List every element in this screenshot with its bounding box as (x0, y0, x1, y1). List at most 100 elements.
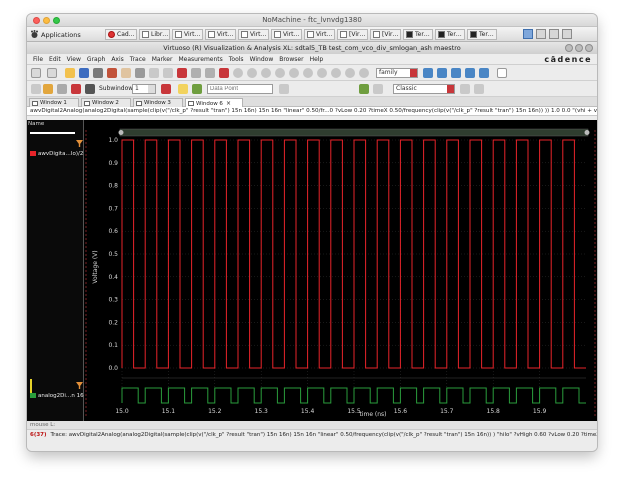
menu-window[interactable]: Window (247, 56, 277, 63)
stop-icon[interactable] (161, 84, 171, 94)
pan-icon[interactable] (317, 68, 327, 78)
taskbar-item[interactable]: [Vir… (337, 29, 368, 40)
trace-bottom-waveform[interactable] (121, 387, 586, 404)
graph-layout-4-icon[interactable] (465, 68, 475, 78)
taskbar-item[interactable]: Ter… (435, 29, 465, 40)
menu-graph[interactable]: Graph (84, 56, 108, 63)
taskbar-item[interactable]: Virt… (271, 29, 302, 40)
undo-icon[interactable] (149, 68, 159, 78)
trace-top-waveform[interactable] (121, 139, 586, 369)
menu-file[interactable]: File (30, 56, 46, 63)
workspace-2[interactable] (536, 29, 546, 39)
menu-trace[interactable]: Trace (127, 56, 149, 63)
graph-layout-icon[interactable] (423, 68, 433, 78)
filter-icon[interactable] (76, 382, 83, 389)
menu-measurements[interactable]: Measurements (175, 56, 225, 63)
line-style-icon[interactable] (373, 84, 383, 94)
family-select[interactable]: family (376, 68, 418, 78)
menu-browser[interactable]: Browser (276, 56, 306, 63)
app-maximize-button[interactable] (575, 44, 583, 52)
waveform-chart[interactable]: 0.0 0.1 0.2 0.3 0.4 0.5 0.6 0.7 0.8 0.9 1.0 15.0 15… (84, 120, 597, 421)
trace-color-icon[interactable] (359, 84, 369, 94)
terminal-icon (406, 31, 413, 38)
window-icon (175, 31, 182, 38)
tab-window-1[interactable]: Window 1 (29, 98, 79, 107)
waveform-icon[interactable] (85, 84, 95, 94)
zoom-undo-icon[interactable] (331, 68, 341, 78)
graph-layout-2-icon[interactable] (437, 68, 447, 78)
pointer-icon[interactable] (57, 84, 67, 94)
grid-icon[interactable] (497, 68, 507, 78)
highlight-icon[interactable] (178, 84, 188, 94)
taskbar-item[interactable]: Virt… (304, 29, 335, 40)
zoom-redo-icon[interactable] (345, 68, 355, 78)
zoom-in-icon[interactable] (247, 68, 257, 78)
close-tab-icon[interactable]: × (226, 100, 231, 107)
zoom-scrollbar[interactable] (119, 128, 589, 137)
taskbar-item[interactable]: Cad… (105, 29, 137, 40)
applications-menu[interactable]: Applications (30, 29, 81, 40)
zoom-out-icon[interactable] (261, 68, 271, 78)
redo-icon[interactable] (163, 68, 173, 78)
open-folder-icon[interactable] (65, 68, 75, 78)
workspace-1[interactable] (523, 29, 533, 39)
strip-icon[interactable] (71, 84, 81, 94)
style-select[interactable]: Classic (393, 84, 455, 94)
filter-icon[interactable] (76, 140, 83, 147)
workspace-3[interactable] (549, 29, 559, 39)
trace-status-text: Trace: awvDigital2Analog(analog2Digital(… (50, 432, 597, 438)
x-tick-label: 15.8 (487, 408, 501, 415)
graph-layout-3-icon[interactable] (451, 68, 461, 78)
taskbar-item[interactable]: Virt… (172, 29, 203, 40)
menu-view[interactable]: View (64, 56, 84, 63)
new-subwindow-icon[interactable] (47, 68, 57, 78)
display-options-icon[interactable] (460, 84, 470, 94)
menu-axis[interactable]: Axis (108, 56, 126, 63)
scroll-handle-right[interactable] (584, 130, 590, 135)
subwindow-select[interactable]: 1 (132, 84, 156, 94)
notes-icon[interactable] (121, 68, 131, 78)
linux-taskbar: Applications Cad… Libr… Virt… Virt… Virt… (27, 27, 597, 42)
save-icon[interactable] (79, 68, 89, 78)
graph-options-icon[interactable] (474, 84, 484, 94)
app-minimize-button[interactable] (565, 44, 573, 52)
zoom-box-icon[interactable] (303, 68, 313, 78)
tab-window-3[interactable]: Window 3 (133, 98, 183, 107)
zoom-x-icon[interactable] (275, 68, 285, 78)
clear-icon[interactable] (279, 84, 289, 94)
delete-icon[interactable] (219, 68, 229, 78)
new-window-icon[interactable] (31, 68, 41, 78)
taskbar-item[interactable]: Ter… (403, 29, 433, 40)
workspace-4[interactable] (562, 29, 572, 39)
legend-entry-bottom-trace[interactable]: analog2Di…n 16n)) (30, 392, 91, 399)
menu-help[interactable]: Help (307, 56, 327, 63)
zoom-y-icon[interactable] (289, 68, 299, 78)
app-titlebar: Virtuoso (R) Visualization & Analysis XL… (27, 42, 597, 54)
camera-icon[interactable] (107, 68, 117, 78)
graph-layout-5-icon[interactable] (479, 68, 489, 78)
taskbar-item[interactable]: Ter… (467, 29, 497, 40)
taskbar-item[interactable]: Libr… (139, 29, 170, 40)
taskbar-item[interactable]: [Vir… (370, 29, 401, 40)
menu-marker[interactable]: Marker (149, 56, 176, 63)
taskbar-item[interactable]: Virt… (205, 29, 236, 40)
marker-icon[interactable] (31, 84, 41, 94)
scroll-handle-left[interactable] (118, 130, 124, 135)
app-close-button[interactable] (585, 44, 593, 52)
data-point-input[interactable] (207, 84, 273, 94)
cut-icon[interactable] (177, 68, 187, 78)
copy-icon[interactable] (191, 68, 201, 78)
x-tick-label: 15.9 (533, 408, 547, 415)
menu-tools[interactable]: Tools (226, 56, 247, 63)
search-icon[interactable] (359, 68, 369, 78)
tab-window-6[interactable]: Window 6 × (185, 98, 243, 107)
brush-icon[interactable] (43, 84, 53, 94)
tab-window-2[interactable]: Window 2 (81, 98, 131, 107)
edit-icon[interactable] (135, 68, 145, 78)
print-icon[interactable] (93, 68, 103, 78)
menu-edit[interactable]: Edit (46, 56, 64, 63)
paste-icon[interactable] (205, 68, 215, 78)
zoom-fit-icon[interactable] (233, 68, 243, 78)
taskbar-item[interactable]: Virt… (238, 29, 269, 40)
marker-add-icon[interactable] (192, 84, 202, 94)
